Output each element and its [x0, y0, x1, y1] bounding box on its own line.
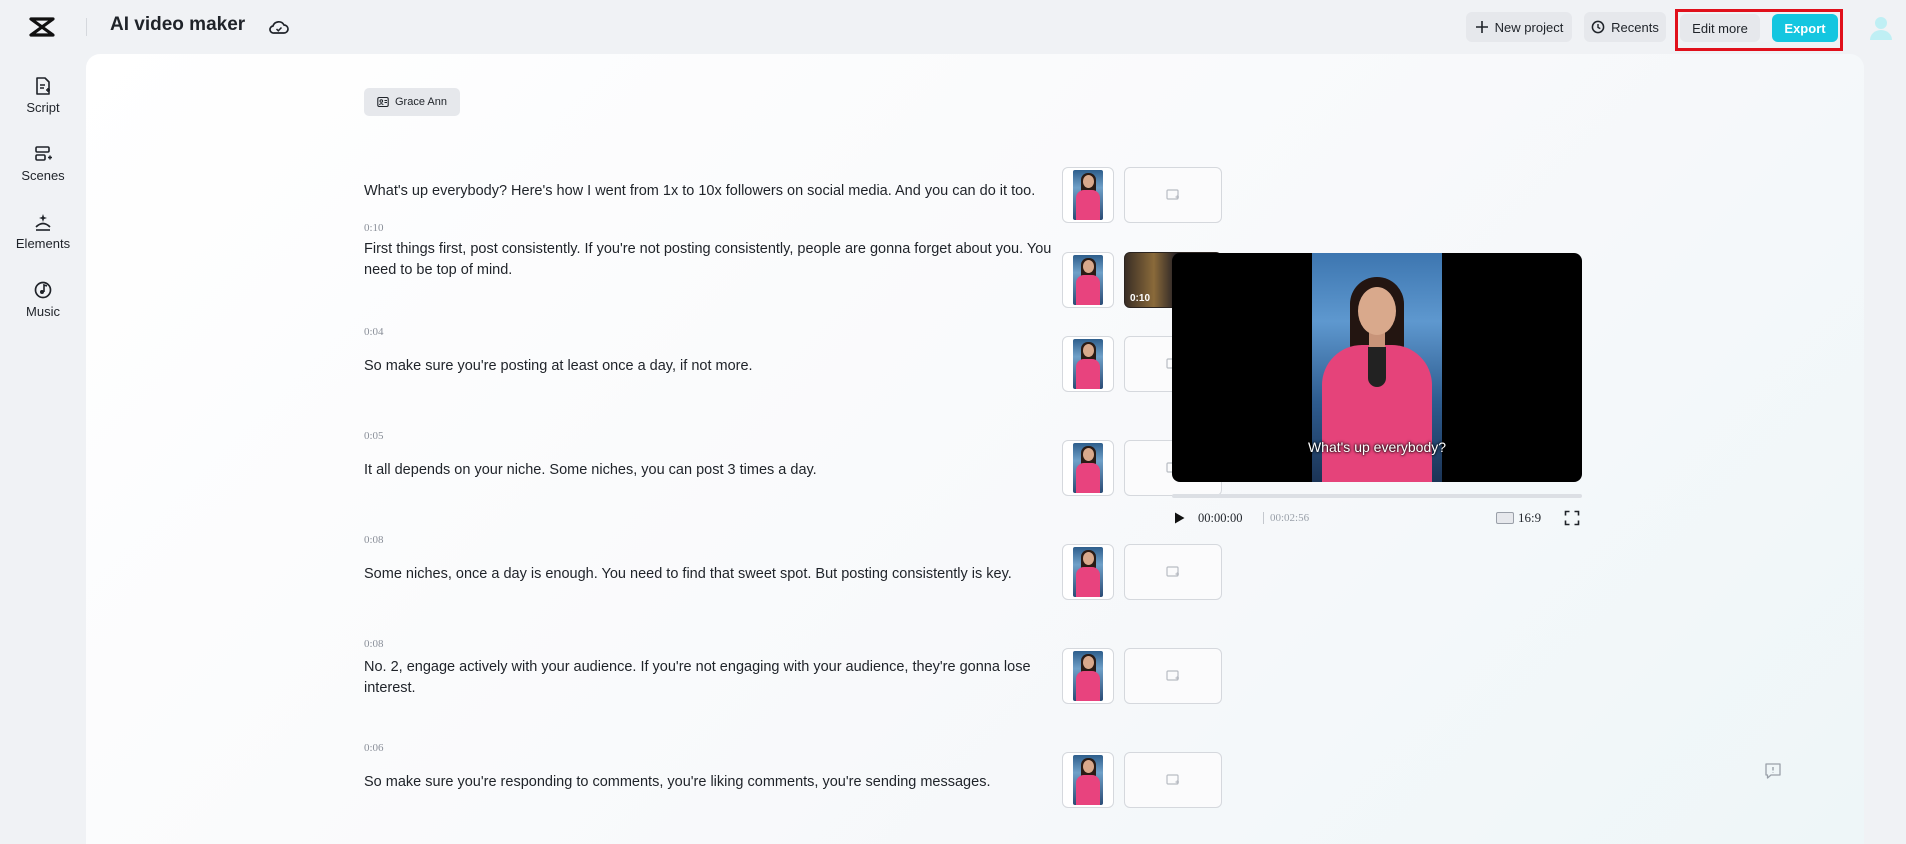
- scene-duration: 0:08: [364, 534, 384, 546]
- add-media-slot[interactable]: [1124, 167, 1222, 223]
- new-project-button[interactable]: New project: [1466, 12, 1572, 42]
- aspect-ratio-icon[interactable]: [1496, 512, 1514, 524]
- scene-text[interactable]: What's up everybody? Here's how I went f…: [364, 181, 1064, 202]
- scene-text[interactable]: It all depends on your niche. Some niche…: [364, 460, 1064, 481]
- avatar-thumbnail[interactable]: [1062, 167, 1114, 223]
- user-avatar[interactable]: [1868, 14, 1894, 40]
- add-media-icon: [1166, 566, 1179, 577]
- scenes-icon: [35, 146, 52, 161]
- add-media-slot[interactable]: [1124, 752, 1222, 808]
- avatar-thumbnail[interactable]: [1062, 648, 1114, 704]
- scene-row[interactable]: 0:08 Some niches, once a day is enough. …: [364, 534, 1324, 638]
- export-button[interactable]: Export: [1772, 14, 1838, 42]
- plus-icon: [1475, 21, 1488, 33]
- capcut-logo-icon[interactable]: [28, 14, 56, 40]
- scene-row[interactable]: 0:06 So make sure you're responding to c…: [364, 742, 1324, 844]
- scene-duration: 0:06: [364, 742, 384, 754]
- fullscreen-icon[interactable]: [1564, 510, 1580, 526]
- scene-text[interactable]: So make sure you're posting at least onc…: [364, 356, 1064, 377]
- play-icon[interactable]: [1172, 511, 1186, 525]
- scene-text[interactable]: So make sure you're responding to commen…: [364, 772, 1064, 793]
- avatar-thumbnail[interactable]: [1062, 440, 1114, 496]
- elements-icon: [35, 214, 51, 231]
- avatar-thumbnail[interactable]: [1062, 336, 1114, 392]
- sidebar-item-script[interactable]: Script: [0, 64, 86, 122]
- time-divider: [1263, 512, 1264, 524]
- clock-icon: [1591, 20, 1605, 34]
- app-title: AI video maker: [110, 14, 246, 35]
- sidebar-item-scenes[interactable]: Scenes: [0, 132, 86, 190]
- add-media-icon: [1166, 670, 1179, 681]
- avatar-thumbnail[interactable]: [1062, 544, 1114, 600]
- scene-duration: 0:10: [364, 222, 384, 234]
- recents-button[interactable]: Recents: [1584, 12, 1666, 42]
- script-icon: [36, 77, 50, 95]
- sidebar-item-label: Scenes: [21, 168, 65, 183]
- new-project-label: New project: [1494, 19, 1564, 35]
- avatar-thumbnail[interactable]: [1062, 752, 1114, 808]
- scene-text[interactable]: No. 2, engage actively with your audienc…: [364, 657, 1064, 699]
- sidebar-item-label: Elements: [15, 236, 71, 251]
- preview-caption: What's up everybody?: [1307, 439, 1447, 455]
- header-divider: [86, 18, 87, 36]
- add-media-icon: [1166, 774, 1179, 785]
- playback-progress-bar[interactable]: [1172, 494, 1582, 498]
- sidebar-item-music[interactable]: Music: [0, 268, 86, 326]
- scene-text[interactable]: First things first, post consistently. I…: [364, 239, 1064, 281]
- current-time: 00:00:00: [1198, 511, 1243, 525]
- sidebar-item-label: Music: [26, 304, 60, 319]
- speaker-name: Grace Ann: [395, 96, 447, 108]
- top-bar: AI video maker New project Recents Edit …: [0, 0, 1906, 54]
- edit-more-button[interactable]: Edit more: [1680, 14, 1760, 42]
- sidebar-item-label: Script: [26, 100, 60, 115]
- broll-duration: 0:10: [1130, 293, 1151, 304]
- scene-duration: 0:05: [364, 430, 384, 442]
- sidebar: Script Scenes Elements Music: [0, 54, 86, 844]
- sidebar-item-elements[interactable]: Elements: [0, 200, 86, 258]
- total-time: 00:02:56: [1270, 512, 1310, 524]
- player-controls: 00:00:00 00:02:56 16:9: [1172, 508, 1582, 530]
- scene-text[interactable]: Some niches, once a day is enough. You n…: [364, 564, 1064, 585]
- scene-row[interactable]: 0:08 No. 2, engage actively with your au…: [364, 638, 1324, 742]
- add-media-slot[interactable]: [1124, 648, 1222, 704]
- feedback-icon[interactable]: [1764, 762, 1782, 780]
- recents-label: Recents: [1611, 19, 1659, 35]
- scene-duration: 0:08: [364, 638, 384, 650]
- avatar-thumbnail[interactable]: [1062, 252, 1114, 308]
- video-preview[interactable]: What's up everybody?: [1172, 253, 1582, 482]
- music-icon: [34, 281, 52, 299]
- speaker-chip[interactable]: Grace Ann: [364, 88, 460, 116]
- aspect-ratio-label[interactable]: 16:9: [1518, 510, 1541, 526]
- scene-duration: 0:04: [364, 326, 384, 338]
- cloud-sync-icon[interactable]: [268, 16, 290, 38]
- avatar-card-icon: [377, 96, 389, 108]
- add-media-slot[interactable]: [1124, 544, 1222, 600]
- main-panel: Grace Ann What's up everybody? Here's ho…: [86, 54, 1864, 844]
- add-media-icon: [1166, 189, 1179, 200]
